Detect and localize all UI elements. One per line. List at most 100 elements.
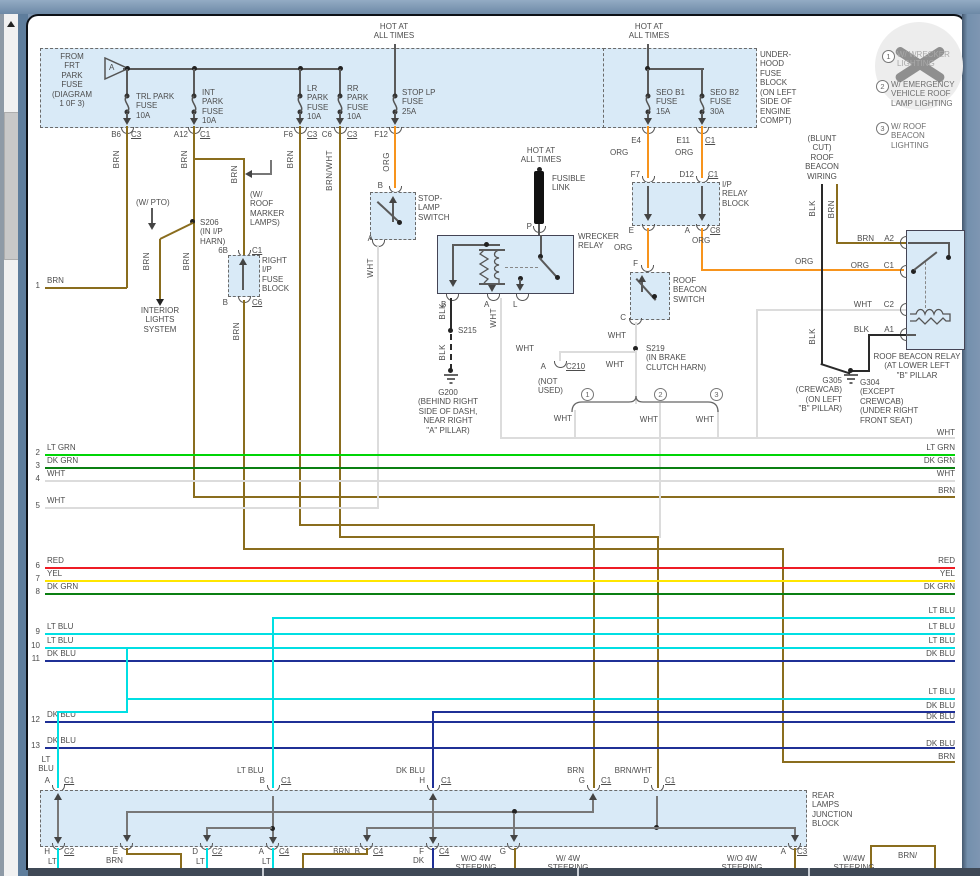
wire-label-org: ORG bbox=[795, 257, 813, 266]
wire-segment bbox=[868, 334, 906, 336]
wire-label-org: ORG bbox=[675, 148, 693, 157]
fusible-link-label: FUSIBLE LINK bbox=[552, 174, 585, 193]
wire-segment bbox=[910, 310, 950, 325]
wire-segment bbox=[656, 796, 658, 828]
connector-terminal bbox=[900, 303, 907, 316]
row-color-right: LT BLU bbox=[905, 687, 955, 696]
fuse-seo-b2 bbox=[695, 93, 709, 115]
wire-segment bbox=[57, 796, 59, 840]
wire-segment bbox=[193, 496, 955, 498]
wire-segment bbox=[126, 126, 128, 288]
wire-segment bbox=[433, 711, 955, 713]
wire-label-wht: WHT bbox=[489, 308, 498, 328]
terminal-a12-c1: C1 bbox=[200, 130, 210, 139]
jb-wire-dkblu: DK BLU bbox=[396, 766, 425, 775]
junction-dot bbox=[448, 368, 453, 373]
scrollbar-up-button[interactable] bbox=[4, 16, 18, 32]
wire-segment bbox=[45, 721, 955, 723]
wire-label-brn: BRN bbox=[142, 252, 151, 270]
wrecker-relay-label: WRECKER RELAY bbox=[578, 232, 619, 251]
g305-label: G305 (CREWCAB) (ON LEFT "B" PILLAR) bbox=[786, 376, 842, 414]
jb-bwire-brn: BRN bbox=[322, 847, 350, 856]
split-brace bbox=[570, 396, 722, 412]
wire-segment bbox=[514, 848, 516, 868]
terminal-a: A bbox=[534, 362, 546, 371]
wire-segment bbox=[450, 334, 452, 370]
terminal-l: L bbox=[513, 300, 517, 309]
wire-segment bbox=[243, 300, 245, 550]
wire-label-wht: WHT bbox=[508, 344, 534, 353]
row-number: 2 bbox=[26, 448, 40, 457]
connector-terminal bbox=[900, 236, 907, 249]
taskbar[interactable] bbox=[28, 868, 980, 876]
row-color: LT GRN bbox=[47, 443, 76, 452]
row-color-right: DK GRN bbox=[905, 582, 955, 591]
row-number: 5 bbox=[26, 501, 40, 510]
wire-segment bbox=[756, 310, 758, 438]
wire-segment bbox=[432, 711, 434, 788]
wire-segment bbox=[377, 245, 379, 509]
jb-wire-brn: BRN bbox=[556, 766, 584, 775]
jb-term-b-c1: C1 bbox=[281, 776, 291, 785]
terminal-a12: A12 bbox=[166, 130, 188, 139]
taskbar-separator bbox=[808, 868, 810, 876]
w-pto-label: (W/ PTO) bbox=[136, 198, 170, 207]
wire-segment bbox=[57, 848, 59, 868]
arrow-icon bbox=[156, 299, 164, 306]
wire-segment bbox=[648, 68, 704, 70]
legend-3-label: W/ ROOF BEACON LIGHTING bbox=[891, 122, 929, 150]
right-ip-fuse-block-label: RIGHT I/P FUSE BLOCK bbox=[262, 256, 289, 294]
legend-1-number: 1 bbox=[882, 50, 895, 63]
wire-segment bbox=[480, 250, 488, 283]
legend-2-label: W/ EMERGENCY VEHICLE ROOF LAMP LIGHTING bbox=[891, 80, 955, 108]
wire-segment bbox=[126, 69, 128, 95]
arrow-icon bbox=[510, 835, 518, 842]
wire-segment bbox=[717, 410, 719, 438]
wire-segment bbox=[559, 351, 561, 361]
terminal-c: C bbox=[614, 313, 626, 322]
wire-label-org: ORG bbox=[614, 243, 632, 252]
wire-label-wht: WHT bbox=[688, 415, 714, 424]
jb-bterm-h-c2: C2 bbox=[64, 847, 74, 856]
wire-label-brn: BRN bbox=[182, 252, 191, 270]
wire-segment bbox=[57, 711, 59, 788]
wire-segment bbox=[270, 160, 272, 175]
wire-segment bbox=[159, 239, 161, 301]
note-2-ref: 2 bbox=[654, 388, 667, 401]
row-color: DK GRN bbox=[47, 456, 78, 465]
row-color-right: LT BLU bbox=[905, 636, 955, 645]
wire-segment bbox=[659, 403, 661, 538]
window-top-frame bbox=[0, 0, 980, 14]
row-color: DK GRN bbox=[47, 582, 78, 591]
wire-segment bbox=[123, 68, 340, 70]
hot-at-all-times-2: HOT AT ALL TIMES bbox=[618, 22, 680, 41]
row-color-right: RED bbox=[905, 556, 955, 565]
wire-label-org: ORG bbox=[382, 152, 391, 172]
jb-below-lt2: LT bbox=[196, 857, 205, 866]
wire-segment bbox=[925, 262, 926, 308]
arrow-icon bbox=[389, 196, 397, 203]
relay-resistor bbox=[478, 250, 490, 284]
row-color-right: WHT bbox=[905, 469, 955, 478]
terminal-b: B bbox=[371, 181, 383, 190]
wire-segment bbox=[452, 244, 454, 282]
terminal-6b: 6B bbox=[212, 246, 228, 255]
fusible-link bbox=[534, 171, 544, 224]
terminal-a-c8: C8 bbox=[710, 226, 720, 235]
scrollbar-thumb[interactable] bbox=[4, 112, 19, 260]
wire-segment bbox=[273, 617, 955, 619]
g200-label: G200 (BEHIND RIGHT SIDE OF DASH, NEAR RI… bbox=[405, 388, 491, 435]
wire-segment bbox=[339, 126, 341, 538]
jb-term-g-c1: C1 bbox=[601, 776, 611, 785]
wire-segment bbox=[57, 711, 128, 713]
row-color-right: DK BLU bbox=[905, 712, 955, 721]
fuse-int-park bbox=[187, 93, 201, 115]
wire-label-blk: BLK bbox=[845, 325, 869, 334]
row-color: YEL bbox=[47, 569, 62, 578]
fuse-trl-label: TRL PARK FUSE 10A bbox=[136, 92, 174, 120]
arrow-icon bbox=[123, 835, 131, 842]
row-color: RED bbox=[47, 556, 64, 565]
roof-beacon-relay-label: ROOF BEACON RELAY (AT LOWER LEFT "B" PIL… bbox=[868, 352, 966, 380]
legend-3-number: 3 bbox=[876, 122, 889, 135]
roof-beacon-switch-label: ROOF BEACON SWITCH bbox=[673, 276, 707, 304]
